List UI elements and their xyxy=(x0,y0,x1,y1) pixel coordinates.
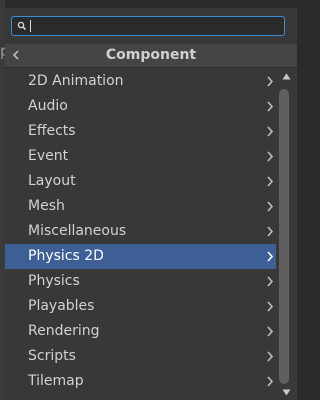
menu-item-label: Audio xyxy=(28,98,68,114)
scroll-down-arrow-icon[interactable] xyxy=(282,389,291,396)
menu-item[interactable]: Scripts xyxy=(5,344,276,369)
chevron-right-icon xyxy=(267,351,274,362)
menu-item[interactable]: Miscellaneous xyxy=(5,219,276,244)
menu-item-label: Layout xyxy=(28,173,76,189)
menu-item[interactable]: Layout xyxy=(5,169,276,194)
chevron-right-icon xyxy=(267,276,274,287)
chevron-right-icon xyxy=(267,101,274,112)
menu-item-label: Physics xyxy=(28,273,80,289)
search-icon xyxy=(17,21,27,31)
scroll-thumb[interactable] xyxy=(279,89,289,384)
menu-item[interactable]: 2D Animation xyxy=(5,69,276,94)
component-category-list: 2D Animation Audio Effects Event Layout Mesh M… xyxy=(5,69,276,394)
search-input[interactable] xyxy=(28,18,278,34)
text-caret xyxy=(30,20,31,32)
menu-item[interactable]: Event xyxy=(5,144,276,169)
chevron-right-icon xyxy=(267,301,274,312)
menu-item[interactable]: Mesh xyxy=(5,194,276,219)
menu-item[interactable]: Physics 2D xyxy=(5,244,276,269)
menu-item[interactable]: Audio xyxy=(5,94,276,119)
chevron-right-icon xyxy=(267,376,274,387)
menu-item-label: Mesh xyxy=(28,198,65,214)
menu-item-label: Effects xyxy=(28,123,76,139)
menu-item-label: Scripts xyxy=(28,348,76,364)
menu-item[interactable]: Tilemap xyxy=(5,369,276,394)
chevron-right-icon xyxy=(267,201,274,212)
chevron-right-icon xyxy=(267,176,274,187)
chevron-right-icon xyxy=(267,126,274,137)
menu-item[interactable]: Physics xyxy=(5,269,276,294)
menu-item[interactable]: Rendering xyxy=(5,319,276,344)
menu-item-label: Miscellaneous xyxy=(28,223,127,239)
chevron-right-icon xyxy=(267,326,274,337)
menu-item[interactable]: Playables xyxy=(5,294,276,319)
scroll-up-arrow-icon[interactable] xyxy=(282,73,291,80)
menu-item-label: Physics 2D xyxy=(28,248,104,264)
menu-item-label: Rendering xyxy=(28,323,100,339)
popup-title: Component xyxy=(105,47,197,63)
menu-item-label: Event xyxy=(28,148,69,164)
chevron-right-icon xyxy=(267,226,274,237)
popup-header: Component xyxy=(5,44,297,68)
menu-item[interactable]: Effects xyxy=(5,119,276,144)
menu-item-label: 2D Animation xyxy=(28,73,124,89)
menu-item-label: Playables xyxy=(28,298,95,314)
chevron-right-icon xyxy=(267,151,274,162)
search-field[interactable] xyxy=(11,16,285,36)
chevron-right-icon xyxy=(267,251,274,262)
menu-item-label: Tilemap xyxy=(28,373,84,389)
vertical-scrollbar[interactable] xyxy=(276,69,297,400)
add-component-popup: Component 2D Animation Audio Effects Event L… xyxy=(5,8,297,400)
chevron-right-icon xyxy=(267,76,274,87)
